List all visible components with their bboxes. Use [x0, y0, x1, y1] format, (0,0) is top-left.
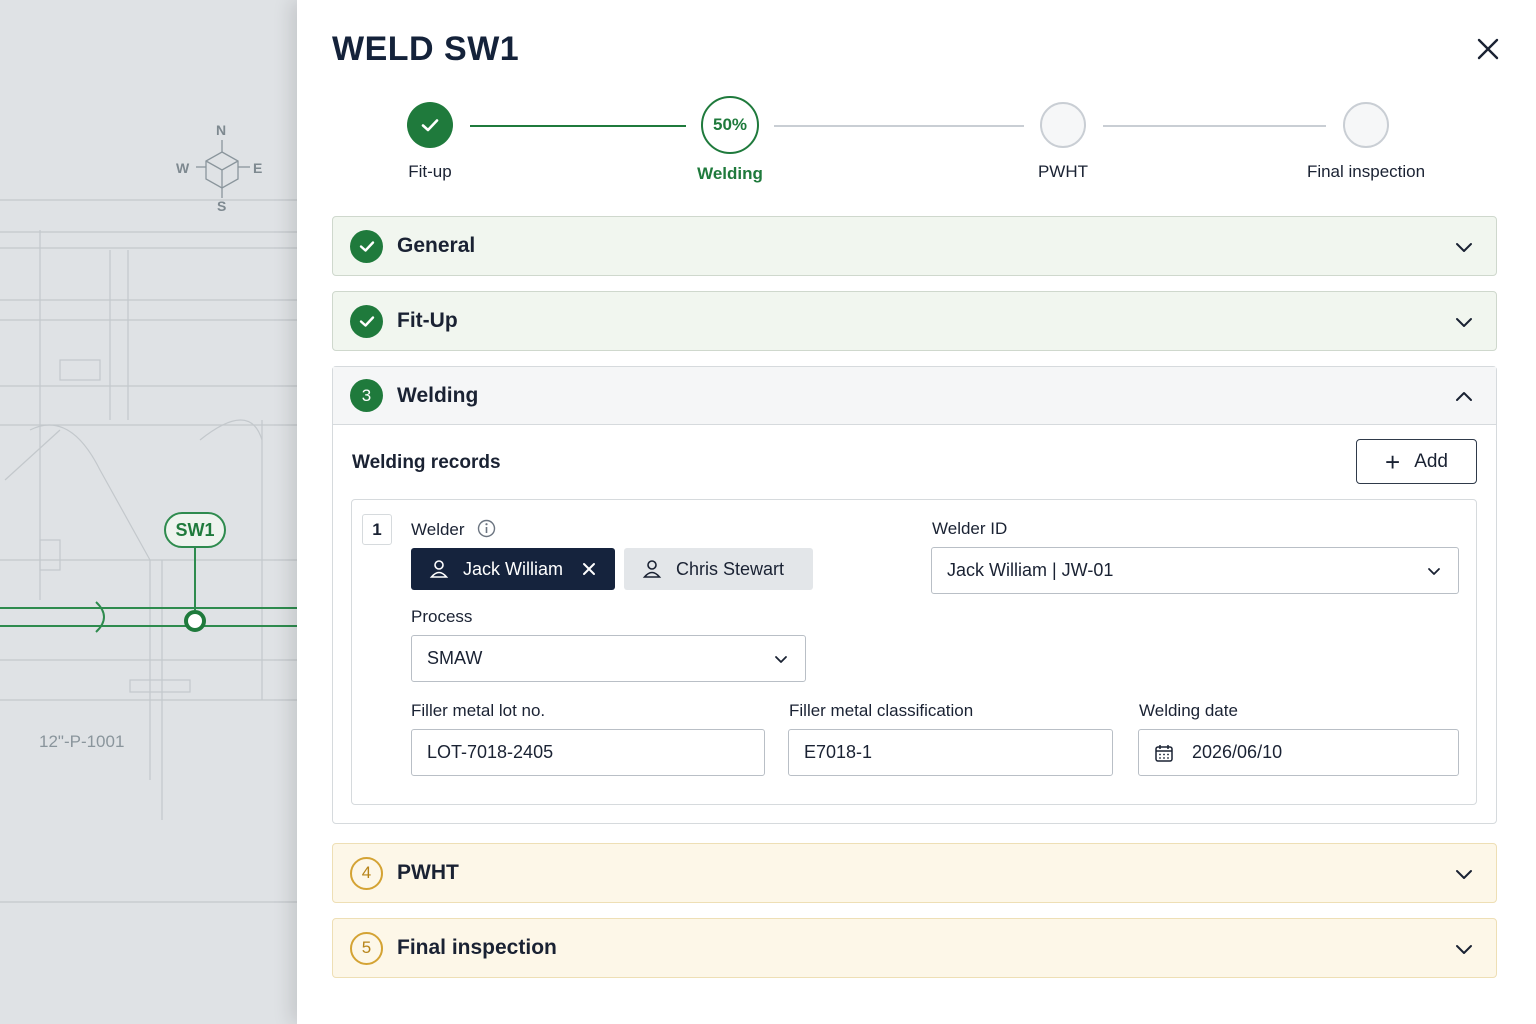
section-fitup: Fit-Up	[332, 291, 1497, 351]
section-general: General	[332, 216, 1497, 276]
chevron-down-icon	[1428, 568, 1440, 575]
section-header[interactable]: 5 Final inspection	[333, 919, 1496, 977]
section-header[interactable]: 4 PWHT	[333, 844, 1496, 902]
step-fitup[interactable]: Fit-up	[330, 94, 530, 182]
section-title: Fit-Up	[397, 309, 458, 332]
welder-id-select[interactable]: Jack William | JW-01	[931, 547, 1459, 594]
welder-id-value: Jack William | JW-01	[947, 560, 1114, 580]
weld-tag-sw1[interactable]: SW1	[164, 512, 226, 548]
filler-lot-value: LOT-7018-2405	[427, 742, 554, 762]
step-final-inspection[interactable]: Final inspection	[1266, 94, 1466, 182]
chevron-down-icon[interactable]	[1454, 939, 1474, 959]
compass-s: S	[217, 198, 226, 214]
weld-date-label: Welding date	[1139, 701, 1238, 720]
welder-label: Welder	[411, 520, 465, 539]
section-title: PWHT	[397, 861, 459, 884]
process-label: Process	[411, 607, 473, 626]
section-pwht: 4 PWHT	[332, 843, 1497, 903]
filler-lot-input[interactable]: LOT-7018-2405	[411, 729, 765, 776]
section-header[interactable]: Fit-Up	[333, 292, 1496, 350]
compass-e: E	[253, 160, 262, 176]
plus-icon: +	[1385, 446, 1401, 477]
filler-class-input[interactable]: E7018-1	[788, 729, 1113, 776]
weld-marker	[184, 610, 206, 632]
step-label: Final inspection	[1306, 162, 1426, 181]
filler-class-label: Filler metal classification	[789, 701, 974, 720]
complete-badge	[350, 304, 383, 338]
check-icon	[359, 241, 374, 252]
welding-records-title: Welding records	[352, 452, 501, 473]
compass-n: N	[216, 122, 226, 138]
section-title: General	[397, 234, 476, 257]
step-progress-badge: 50%	[701, 96, 759, 154]
chevron-down-icon[interactable]	[1454, 864, 1474, 884]
compass-w: W	[176, 160, 190, 176]
step-pwht[interactable]: PWHT	[963, 94, 1163, 182]
welder-chip[interactable]: Chris Stewart	[624, 548, 813, 590]
section-final-inspection: 5 Final inspection	[332, 918, 1497, 978]
process-value: SMAW	[427, 648, 483, 668]
section-title: Final inspection	[397, 936, 557, 959]
step-pending-badge	[1343, 102, 1389, 148]
compass-icon	[196, 140, 250, 198]
step-number-badge: 4	[350, 856, 383, 890]
step-number-badge: 3	[350, 379, 383, 412]
piping-isometric-drawing: N S W E	[0, 122, 300, 903]
chevron-down-icon[interactable]	[1454, 312, 1474, 332]
add-record-button[interactable]: + Add	[1356, 439, 1477, 484]
chevron-down-icon	[775, 656, 787, 663]
step-label: Fit-up	[408, 162, 452, 181]
chevron-up-icon[interactable]	[1454, 387, 1474, 407]
welder-chip-selected[interactable]: Jack William	[411, 548, 615, 590]
section-title: Welding	[397, 383, 479, 407]
welding-record-card: 1 Welder Jack William Chris Stewart Weld…	[351, 499, 1477, 805]
add-button-label: Add	[1414, 450, 1448, 472]
check-icon	[359, 316, 374, 327]
filler-lot-label: Filler metal lot no.	[411, 701, 546, 720]
step-label: Welding	[697, 164, 763, 183]
step-label: PWHT	[1037, 162, 1089, 181]
complete-badge	[350, 229, 383, 263]
calendar-icon[interactable]	[1154, 743, 1174, 763]
welder-chip-name: Chris Stewart	[676, 558, 785, 579]
process-select[interactable]: SMAW	[411, 635, 806, 682]
panel-title: WELD SW1	[332, 30, 520, 68]
filler-class-value: E7018-1	[804, 742, 873, 762]
step-number-badge: 5	[350, 931, 383, 965]
weld-date-input[interactable]: 2026/06/10	[1138, 729, 1459, 776]
progress-stepper: Fit-up 50% Welding PWHT Final inspection	[297, 94, 1536, 194]
remove-icon[interactable]	[581, 561, 597, 577]
section-header[interactable]: General	[333, 217, 1496, 275]
info-icon[interactable]	[477, 519, 496, 538]
welder-label-wrap: Welder	[411, 519, 496, 540]
user-icon	[429, 560, 449, 578]
record-index: 1	[362, 514, 392, 545]
step-welding[interactable]: 50% Welding	[630, 94, 830, 184]
welder-id-label: Welder ID	[932, 519, 1008, 538]
step-complete-badge	[407, 102, 453, 148]
welding-section-body: Welding records + Add 1 Welder Jack Will…	[333, 425, 1496, 823]
check-icon	[421, 119, 439, 132]
close-button[interactable]	[1473, 34, 1503, 64]
section-welding: 3 Welding Welding records + Add 1 Welder…	[332, 366, 1497, 824]
pipe-line-label: 12"-P-1001	[39, 732, 125, 751]
weld-detail-panel: WELD SW1 Fit-up 50% Welding PWHT Final i…	[297, 0, 1536, 1024]
welder-chip-name: Jack William	[463, 558, 564, 579]
user-icon	[642, 560, 662, 578]
close-icon	[1477, 38, 1499, 60]
drawing-canvas[interactable]: N S W E SW1 12"-P-1001	[0, 0, 300, 1024]
chevron-down-icon[interactable]	[1454, 237, 1474, 257]
weld-date-value: 2026/06/10	[1192, 742, 1283, 762]
section-header[interactable]: 3 Welding	[333, 367, 1496, 425]
step-pending-badge	[1040, 102, 1086, 148]
